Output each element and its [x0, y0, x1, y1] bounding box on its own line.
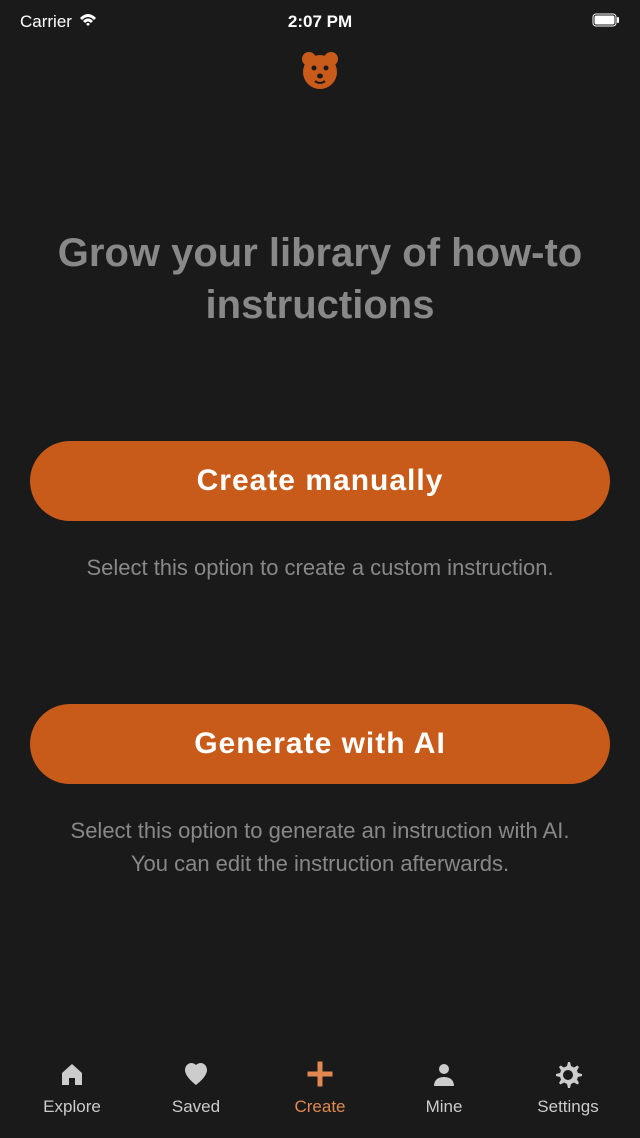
status-right	[592, 13, 620, 32]
tab-label: Explore	[43, 1097, 101, 1117]
heart-icon	[182, 1059, 210, 1089]
manual-desc: Select this option to create a custom in…	[30, 551, 610, 584]
person-icon	[430, 1059, 458, 1089]
gear-icon	[554, 1059, 582, 1089]
tab-settings[interactable]: Settings	[518, 1059, 618, 1117]
option-ai: Generate with AI Select this option to g…	[30, 704, 610, 880]
tab-label: Create	[294, 1097, 345, 1117]
home-icon	[58, 1059, 86, 1089]
tab-create[interactable]: Create	[270, 1059, 370, 1117]
bear-logo-icon	[298, 48, 342, 97]
tab-label: Saved	[172, 1097, 220, 1117]
generate-ai-button[interactable]: Generate with AI	[30, 704, 610, 784]
app-logo	[0, 40, 640, 127]
tab-label: Settings	[537, 1097, 598, 1117]
tab-explore[interactable]: Explore	[22, 1059, 122, 1117]
page-heading: Grow your library of how-to instructions	[30, 227, 610, 331]
wifi-icon	[78, 12, 98, 33]
battery-icon	[592, 13, 620, 32]
status-bar: Carrier 2:07 PM	[0, 0, 640, 40]
tab-mine[interactable]: Mine	[394, 1059, 494, 1117]
plus-icon	[306, 1059, 334, 1089]
main-content: Grow your library of how-to instructions…	[0, 127, 640, 880]
tab-label: Mine	[426, 1097, 463, 1117]
ai-desc: Select this option to generate an instru…	[30, 814, 610, 880]
carrier-label: Carrier	[20, 12, 72, 32]
tab-bar: Explore Saved Create Mine	[0, 1048, 640, 1138]
option-manual: Create manually Select this option to cr…	[30, 441, 610, 584]
status-left: Carrier	[20, 12, 98, 33]
create-manually-button[interactable]: Create manually	[30, 441, 610, 521]
tab-saved[interactable]: Saved	[146, 1059, 246, 1117]
status-time: 2:07 PM	[288, 12, 352, 32]
